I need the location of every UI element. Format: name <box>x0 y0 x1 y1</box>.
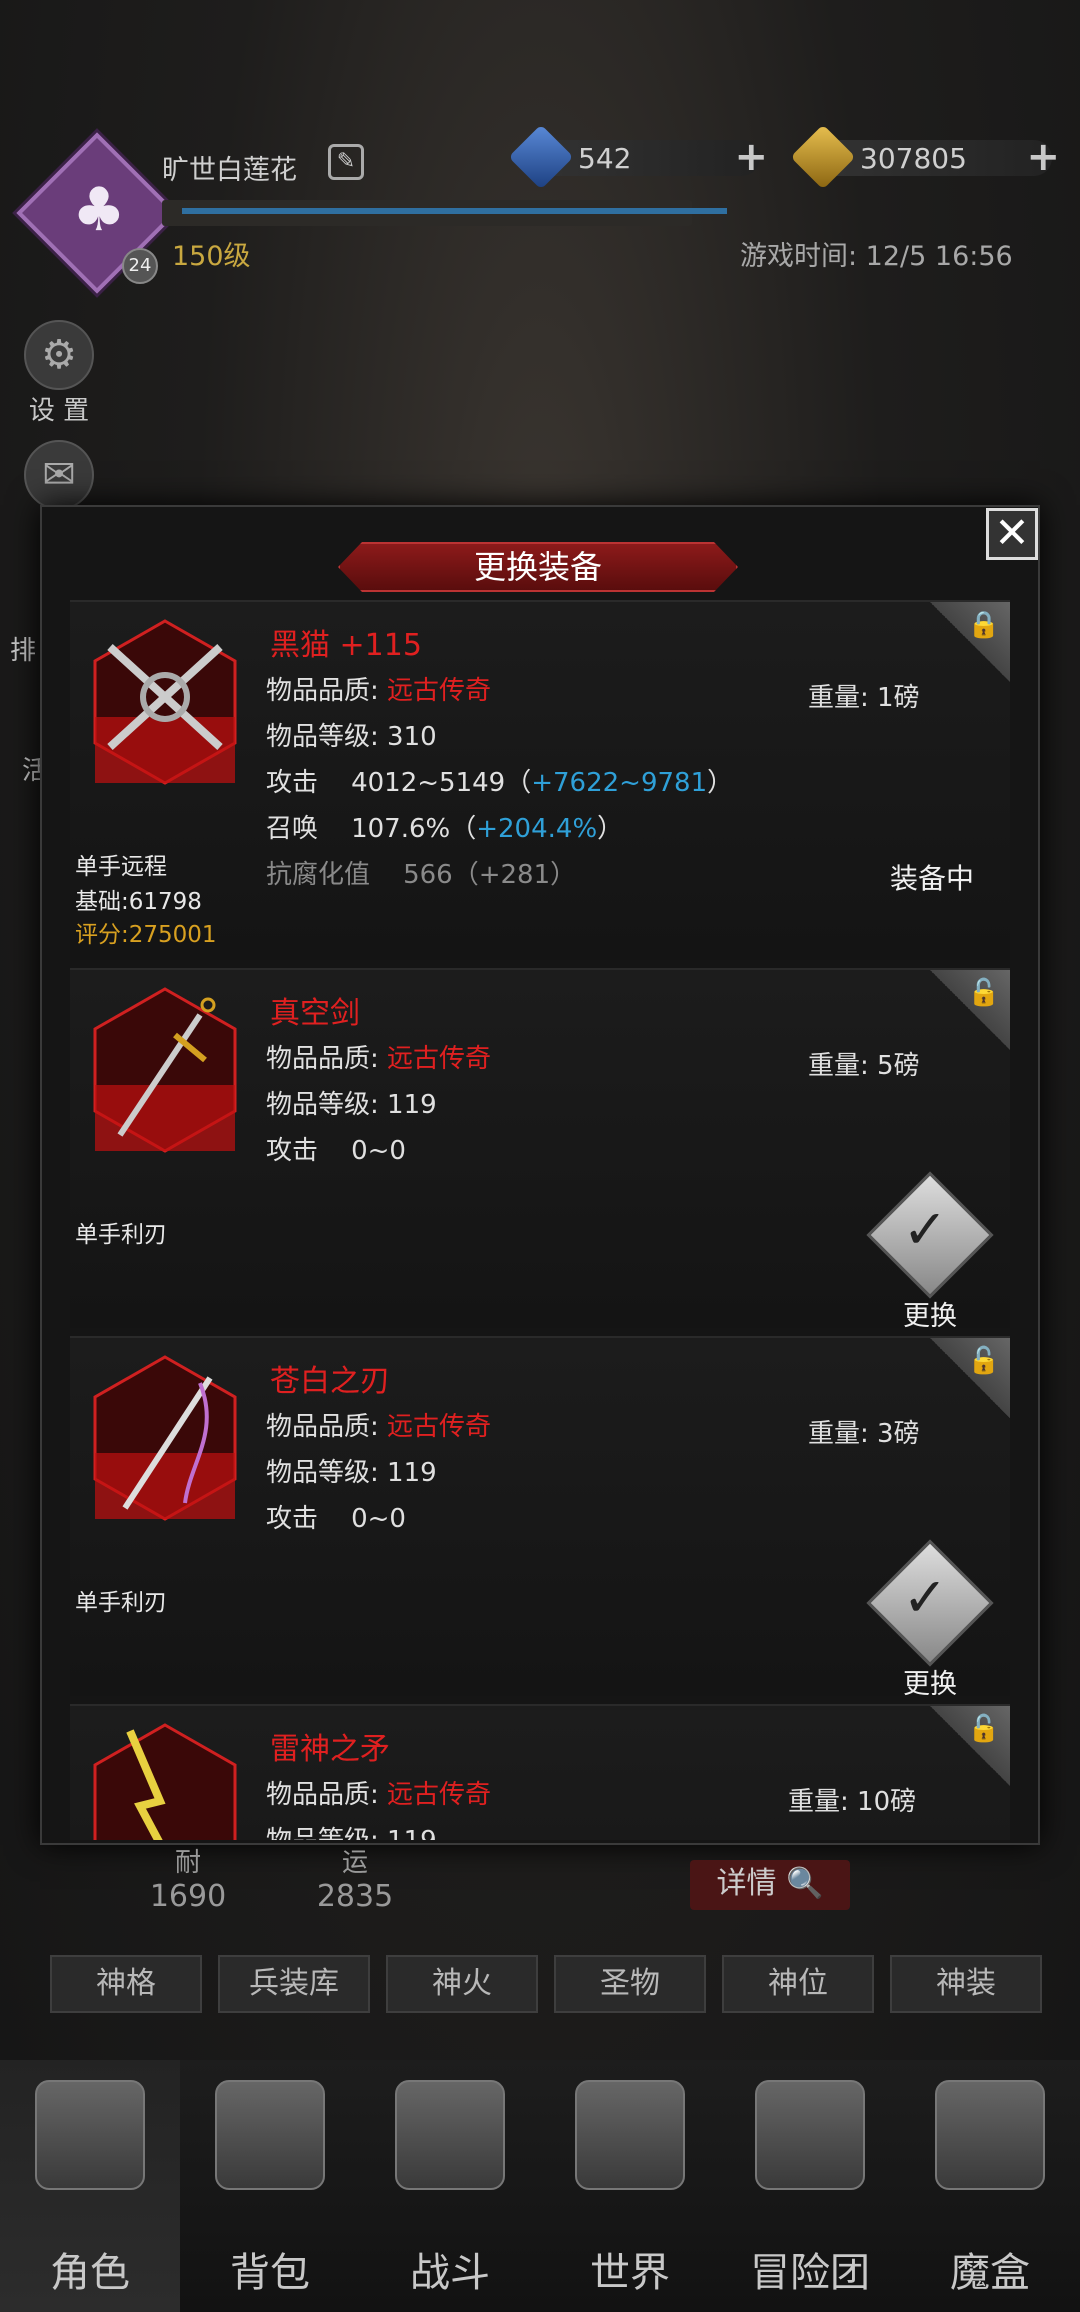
player-level: 150级 <box>172 241 251 272</box>
equipped-status: 装备中 <box>890 862 975 895</box>
tab-divinity[interactable]: 神格 <box>50 1955 202 2013</box>
item-quality: 物品品质: 远古传奇 <box>266 1780 492 1810</box>
item-name: 真空剑 <box>270 996 360 1031</box>
item-weight: 重量: 10磅 <box>788 1787 917 1817</box>
castle-icon <box>755 2080 865 2190</box>
item-type: 单手利刃 <box>75 1590 167 1616</box>
sword-shield-icon <box>395 2080 505 2190</box>
item-name: 雷神之矛 <box>270 1732 390 1767</box>
nav-world[interactable]: 世界 <box>540 2060 720 2312</box>
tab-armory[interactable]: 兵装库 <box>218 1955 370 2013</box>
checkmark-icon: ✓ <box>866 1171 994 1299</box>
swap-button[interactable]: ✓ 更换 <box>866 1539 994 1700</box>
gem-resource: 542 + <box>508 124 768 190</box>
helmet-icon <box>35 2080 145 2190</box>
item-type: 单手利刃 <box>75 1222 167 1248</box>
unlock-icon[interactable]: 🔓 <box>930 1706 1010 1786</box>
tab-relic[interactable]: 圣物 <box>554 1955 706 2013</box>
rank-button-label[interactable]: 排 <box>10 630 36 667</box>
equipment-list[interactable]: 🔒 黑猫 +115 物品品质: 远古传奇 物品等级: 310 攻击 4012~5… <box>70 600 1010 1840</box>
bottom-navigation: 角色 背包 战斗 世界 冒险团 魔盒 <box>0 2060 1080 2312</box>
item-type: 单手远程 <box>75 854 167 880</box>
luck-stat: 运 2835 <box>316 1848 394 1914</box>
lock-icon[interactable]: 🔒 <box>930 602 1010 682</box>
equipment-card-black-cat[interactable]: 🔒 黑猫 +115 物品品质: 远古传奇 物品等级: 310 攻击 4012~5… <box>70 600 1010 960</box>
dialog-title: 更换装备 <box>338 542 738 592</box>
checkmark-icon: ✓ <box>866 1539 994 1667</box>
gear-icon: ⚙ <box>24 320 94 390</box>
tab-divine-fire[interactable]: 神火 <box>386 1955 538 2013</box>
item-attack: 攻击 0~0 <box>266 1136 406 1166</box>
item-level: 物品等级: 310 <box>266 722 437 752</box>
lightning-spear-icon <box>90 1721 240 1840</box>
gourd-icon: ♣ <box>72 175 126 245</box>
map-scroll-icon <box>575 2080 685 2190</box>
item-quality: 物品品质: 远古传奇 <box>266 1044 492 1074</box>
item-weight: 重量: 3磅 <box>808 1419 920 1449</box>
item-weight: 重量: 1磅 <box>808 683 920 713</box>
add-gold-button[interactable]: + <box>1026 134 1060 180</box>
item-level: 物品等级: 119 <box>266 1820 437 1840</box>
backpack-icon <box>215 2080 325 2190</box>
equipment-card-pale-blade[interactable]: 🔓 苍白之刃 物品品质: 远古传奇 物品等级: 119 攻击 0~0 重量: 3… <box>70 1336 1010 1700</box>
equipment-tabs: 神格 兵装库 神火 圣物 神位 神装 <box>50 1955 1050 2013</box>
mail-button[interactable]: ✉ <box>14 440 104 510</box>
item-corruption-resist: 抗腐化值 566（+281） <box>266 860 577 890</box>
equipment-card-vacuum-sword[interactable]: 🔓 真空剑 物品品质: 远古传奇 物品等级: 119 攻击 0~0 重量: 5磅… <box>70 968 1010 1332</box>
experience-bar <box>162 200 727 226</box>
item-quality: 物品品质: 远古传奇 <box>266 1412 492 1442</box>
player-name: 旷世白莲花 <box>162 155 297 186</box>
edit-name-icon[interactable]: ✎ <box>328 144 364 180</box>
gold-count: 307805 <box>860 142 967 175</box>
sword-icon <box>90 985 240 1155</box>
equipment-card-thunder-spear[interactable]: 🔓 雷神之矛 物品品质: 远古传奇 物品等级: 119 重量: 10磅 <box>70 1704 1010 1840</box>
item-quality: 物品品质: 远古传奇 <box>266 676 492 706</box>
crossbow-icon <box>90 617 240 787</box>
item-level: 物品等级: 119 <box>266 1458 437 1488</box>
item-name: 黑猫 +115 <box>270 628 422 663</box>
player-avatar[interactable]: ♣ 24 <box>16 132 178 294</box>
nav-backpack[interactable]: 背包 <box>180 2060 360 2312</box>
add-gems-button[interactable]: + <box>734 134 768 180</box>
tab-divine-rank[interactable]: 神位 <box>722 1955 874 2013</box>
swap-button[interactable]: ✓ 更换 <box>866 1171 994 1332</box>
gold-resource: 307805 + <box>790 124 1060 190</box>
settings-button[interactable]: ⚙ 设 置 <box>14 320 104 427</box>
envelope-icon: ✉ <box>24 440 94 510</box>
unlock-icon[interactable]: 🔓 <box>930 1338 1010 1418</box>
tab-divine-gear[interactable]: 神装 <box>890 1955 1042 2013</box>
item-base: 基础:61798 <box>75 889 202 915</box>
game-time: 游戏时间: 12/5 16:56 <box>740 241 1013 272</box>
nav-battle[interactable]: 战斗 <box>360 2060 540 2312</box>
katana-icon <box>90 1353 240 1523</box>
item-summon: 召唤 107.6%（+204.4%） <box>266 814 624 844</box>
item-weight: 重量: 5磅 <box>808 1051 920 1081</box>
item-attack: 攻击 0~0 <box>266 1504 406 1534</box>
avatar-level-badge: 24 <box>122 248 158 284</box>
item-name: 苍白之刃 <box>270 1364 390 1399</box>
durability-stat: 耐 1690 <box>149 1848 227 1914</box>
unlock-icon[interactable]: 🔓 <box>930 970 1010 1050</box>
details-button[interactable]: 详情 🔍 <box>690 1860 850 1910</box>
close-button[interactable]: ✕ <box>986 508 1038 560</box>
nav-character[interactable]: 角色 <box>0 2060 180 2312</box>
item-attack: 攻击 4012~5149（+7622~9781） <box>266 768 734 798</box>
magnifier-icon: 🔍 <box>786 1866 824 1901</box>
item-level: 物品等级: 119 <box>266 1090 437 1120</box>
nav-magic-box[interactable]: 魔盒 <box>900 2060 1080 2312</box>
item-score: 评分:275001 <box>75 922 217 948</box>
cube-icon <box>935 2080 1045 2190</box>
gem-count: 542 <box>578 142 632 175</box>
nav-adventure-team[interactable]: 冒险团 <box>720 2060 900 2312</box>
